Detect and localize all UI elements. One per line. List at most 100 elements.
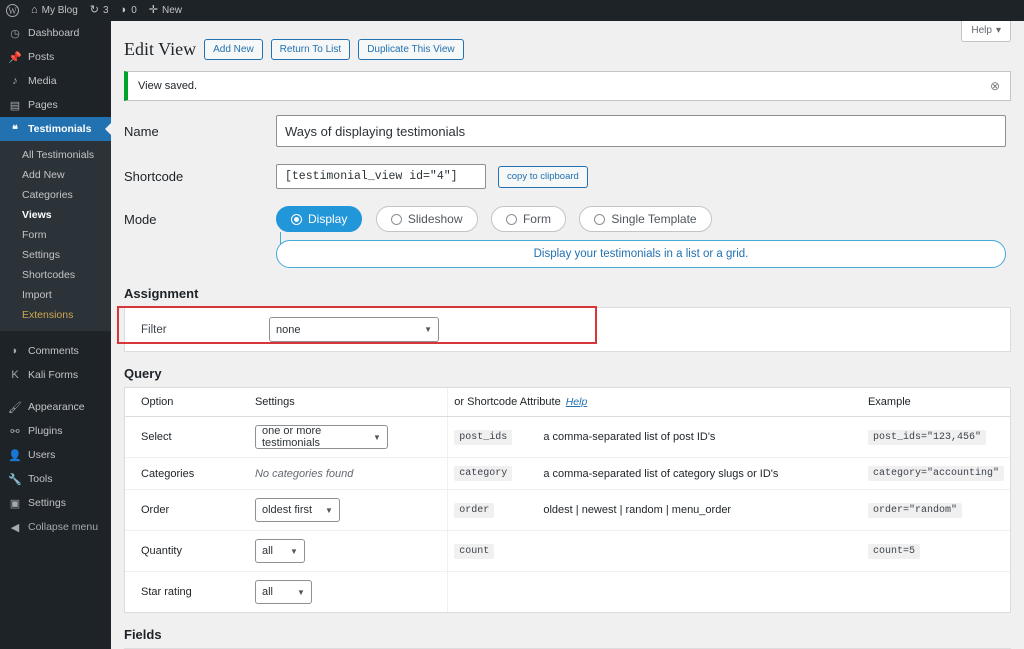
wordpress-logo-icon: W — [6, 4, 19, 17]
row-attribute-order: order — [447, 489, 538, 531]
sidebar-item-plugins[interactable]: ⚯ Plugins — [0, 419, 111, 443]
header-attribute: or Shortcode Attribute — [454, 396, 561, 408]
help-link[interactable]: Help — [566, 396, 588, 408]
mode-option-form[interactable]: Form — [490, 206, 566, 232]
select-testimonials-dropdown[interactable]: one or more testimonials ▼ — [254, 425, 388, 449]
mode-option-slideshow[interactable]: Slideshow — [375, 206, 478, 232]
submenu-item-categories[interactable]: Categories — [0, 185, 111, 205]
row-example-count: count=5 — [861, 530, 1010, 572]
sidebar-item-posts[interactable]: 📌 Posts — [0, 45, 111, 69]
copy-to-clipboard-button[interactable]: copy to clipboard — [498, 165, 588, 188]
submenu-item-import[interactable]: Import — [0, 285, 111, 305]
mode-option-display[interactable]: Display — [276, 206, 363, 232]
submenu-item-views[interactable]: Views — [0, 205, 111, 225]
name-label: Name — [124, 123, 159, 139]
sidebar-label-pages: Pages — [28, 99, 58, 111]
row-setting-order: oldest first ▼ — [248, 489, 448, 531]
updates-button[interactable]: ↻ 3 — [84, 0, 115, 21]
mode-label-form: Form — [522, 212, 551, 226]
k-icon: K — [11, 369, 19, 381]
sidebar-label-posts: Posts — [28, 51, 55, 63]
row-attribute-post-ids: post_ids — [447, 416, 538, 458]
help-tab-button[interactable]: Help ▾ — [961, 21, 1011, 42]
sidebar-label-tools: Tools — [28, 473, 53, 485]
wp-logo-button[interactable]: W — [0, 0, 25, 21]
name-row: Name Ways of displaying testimonials — [111, 115, 1024, 147]
sidebar-item-appearance[interactable]: 🖌 Appearance — [0, 395, 111, 419]
submenu-item-add-new[interactable]: Add New — [0, 165, 111, 185]
sidebar-item-tools[interactable]: 🔧 Tools — [0, 467, 111, 491]
mode-option-single-template[interactable]: Single Template — [579, 206, 712, 232]
mode-label-slideshow: Slideshow — [407, 212, 463, 226]
sidebar-item-comments[interactable]: ◗ Comments — [0, 339, 111, 363]
plug-icon: ⚯ — [10, 425, 20, 438]
sidebar-item-pages[interactable]: ▤ Pages — [0, 93, 111, 117]
sidebar-item-users[interactable]: 👤 Users — [0, 443, 111, 467]
chevron-down-icon: ▼ — [373, 432, 381, 442]
collapse-menu-label: Collapse menu — [28, 521, 99, 533]
row-attribute-count: count — [447, 530, 538, 572]
duplicate-this-view-button[interactable]: Duplicate This View — [358, 39, 464, 60]
collapse-menu-button[interactable]: ◀ Collapse menu — [0, 515, 111, 539]
comments-count: 0 — [131, 5, 137, 16]
sidebar-label-testimonials: Testimonials — [28, 123, 92, 135]
assignment-panel: Filter none ▼ — [124, 307, 1011, 352]
star-rating-dropdown[interactable]: all ▼ — [254, 580, 312, 604]
row-attribute-category: category — [447, 457, 538, 490]
no-categories-text: No categories found — [254, 467, 354, 480]
comments-button[interactable]: ◗ 0 — [115, 0, 143, 21]
submenu-item-shortcodes[interactable]: Shortcodes — [0, 265, 111, 285]
site-name-button[interactable]: ⌂ My Blog — [25, 0, 84, 21]
help-tab-label: Help — [971, 25, 992, 36]
sidebar-label-settings: Settings — [28, 497, 66, 509]
filter-row: Filter none ▼ — [125, 308, 1010, 351]
sidebar-label-kali-forms: Kali Forms — [28, 369, 79, 381]
shortcode-row: Shortcode [testimonial_view id="4"] copy… — [111, 164, 1024, 189]
row-description-post-ids: a comma-separated list of post ID's — [537, 416, 862, 458]
row-description-category: a comma-separated list of category slugs… — [537, 457, 862, 490]
add-new-button[interactable]: Add New — [204, 39, 263, 60]
quantity-dropdown-value: all — [261, 545, 273, 557]
row-description-order: oldest | newest | random | menu_order — [537, 489, 862, 531]
sidebar-divider-2 — [0, 387, 111, 395]
sidebar-divider-1 — [0, 331, 111, 339]
table-row: Star rating all ▼ — [125, 571, 1010, 613]
table-row: Quantity all ▼ count count=5 — [125, 530, 1010, 572]
header-attribute-cell: or Shortcode Attribute Help — [447, 388, 862, 417]
filter-select[interactable]: none ▼ — [269, 317, 439, 342]
sidebar-item-kali-forms[interactable]: K Kali Forms — [0, 363, 111, 387]
order-dropdown-value: oldest first — [261, 504, 313, 516]
sidebar-label-users: Users — [28, 449, 56, 461]
row-setting-quantity: all ▼ — [248, 530, 448, 572]
sidebar-item-media[interactable]: ♪ Media — [0, 69, 111, 93]
filter-label: Filter — [141, 323, 167, 336]
mode-hint-callout: Display your testimonials in a list or a… — [276, 240, 1006, 268]
submenu-item-extensions[interactable]: Extensions — [0, 305, 111, 325]
return-to-list-button[interactable]: Return To List — [270, 39, 351, 60]
shortcode-input[interactable]: [testimonial_view id="4"] — [276, 164, 486, 189]
new-label: New — [162, 5, 183, 16]
sidebar-item-testimonials[interactable]: ❝ Testimonials — [0, 117, 111, 141]
row-attribute-star-rating — [447, 571, 538, 612]
new-content-button[interactable]: ✛ New — [143, 0, 188, 21]
quantity-dropdown[interactable]: all ▼ — [254, 539, 305, 563]
main-content: Help ▾ Edit View Add New Return To List … — [111, 21, 1024, 649]
name-input[interactable]: Ways of displaying testimonials — [276, 115, 1006, 147]
row-example-category: category="accounting" — [861, 457, 1010, 490]
sidebar-item-settings[interactable]: ▣ Settings — [0, 491, 111, 515]
sidebar-item-dashboard[interactable]: ◷ Dashboard — [0, 21, 111, 45]
submenu-item-form[interactable]: Form — [0, 225, 111, 245]
brush-icon: 🖌 — [8, 401, 22, 414]
submenu-item-all-testimonials[interactable]: All Testimonials — [0, 145, 111, 165]
query-table-header-row: Option Settings or Shortcode Attribute He… — [125, 388, 1010, 417]
submenu-item-settings[interactable]: Settings — [0, 245, 111, 265]
query-section-title: Query — [124, 366, 162, 381]
row-option-star-rating: Star rating — [141, 586, 192, 598]
dismiss-icon[interactable]: ⊗ — [990, 80, 1000, 92]
row-description-star-rating — [537, 572, 862, 613]
star-rating-dropdown-value: all — [261, 586, 273, 598]
radio-icon — [390, 213, 402, 225]
row-option-categories: Categories — [125, 457, 249, 490]
sidebar-label-comments: Comments — [28, 345, 79, 357]
order-dropdown[interactable]: oldest first ▼ — [254, 498, 340, 522]
